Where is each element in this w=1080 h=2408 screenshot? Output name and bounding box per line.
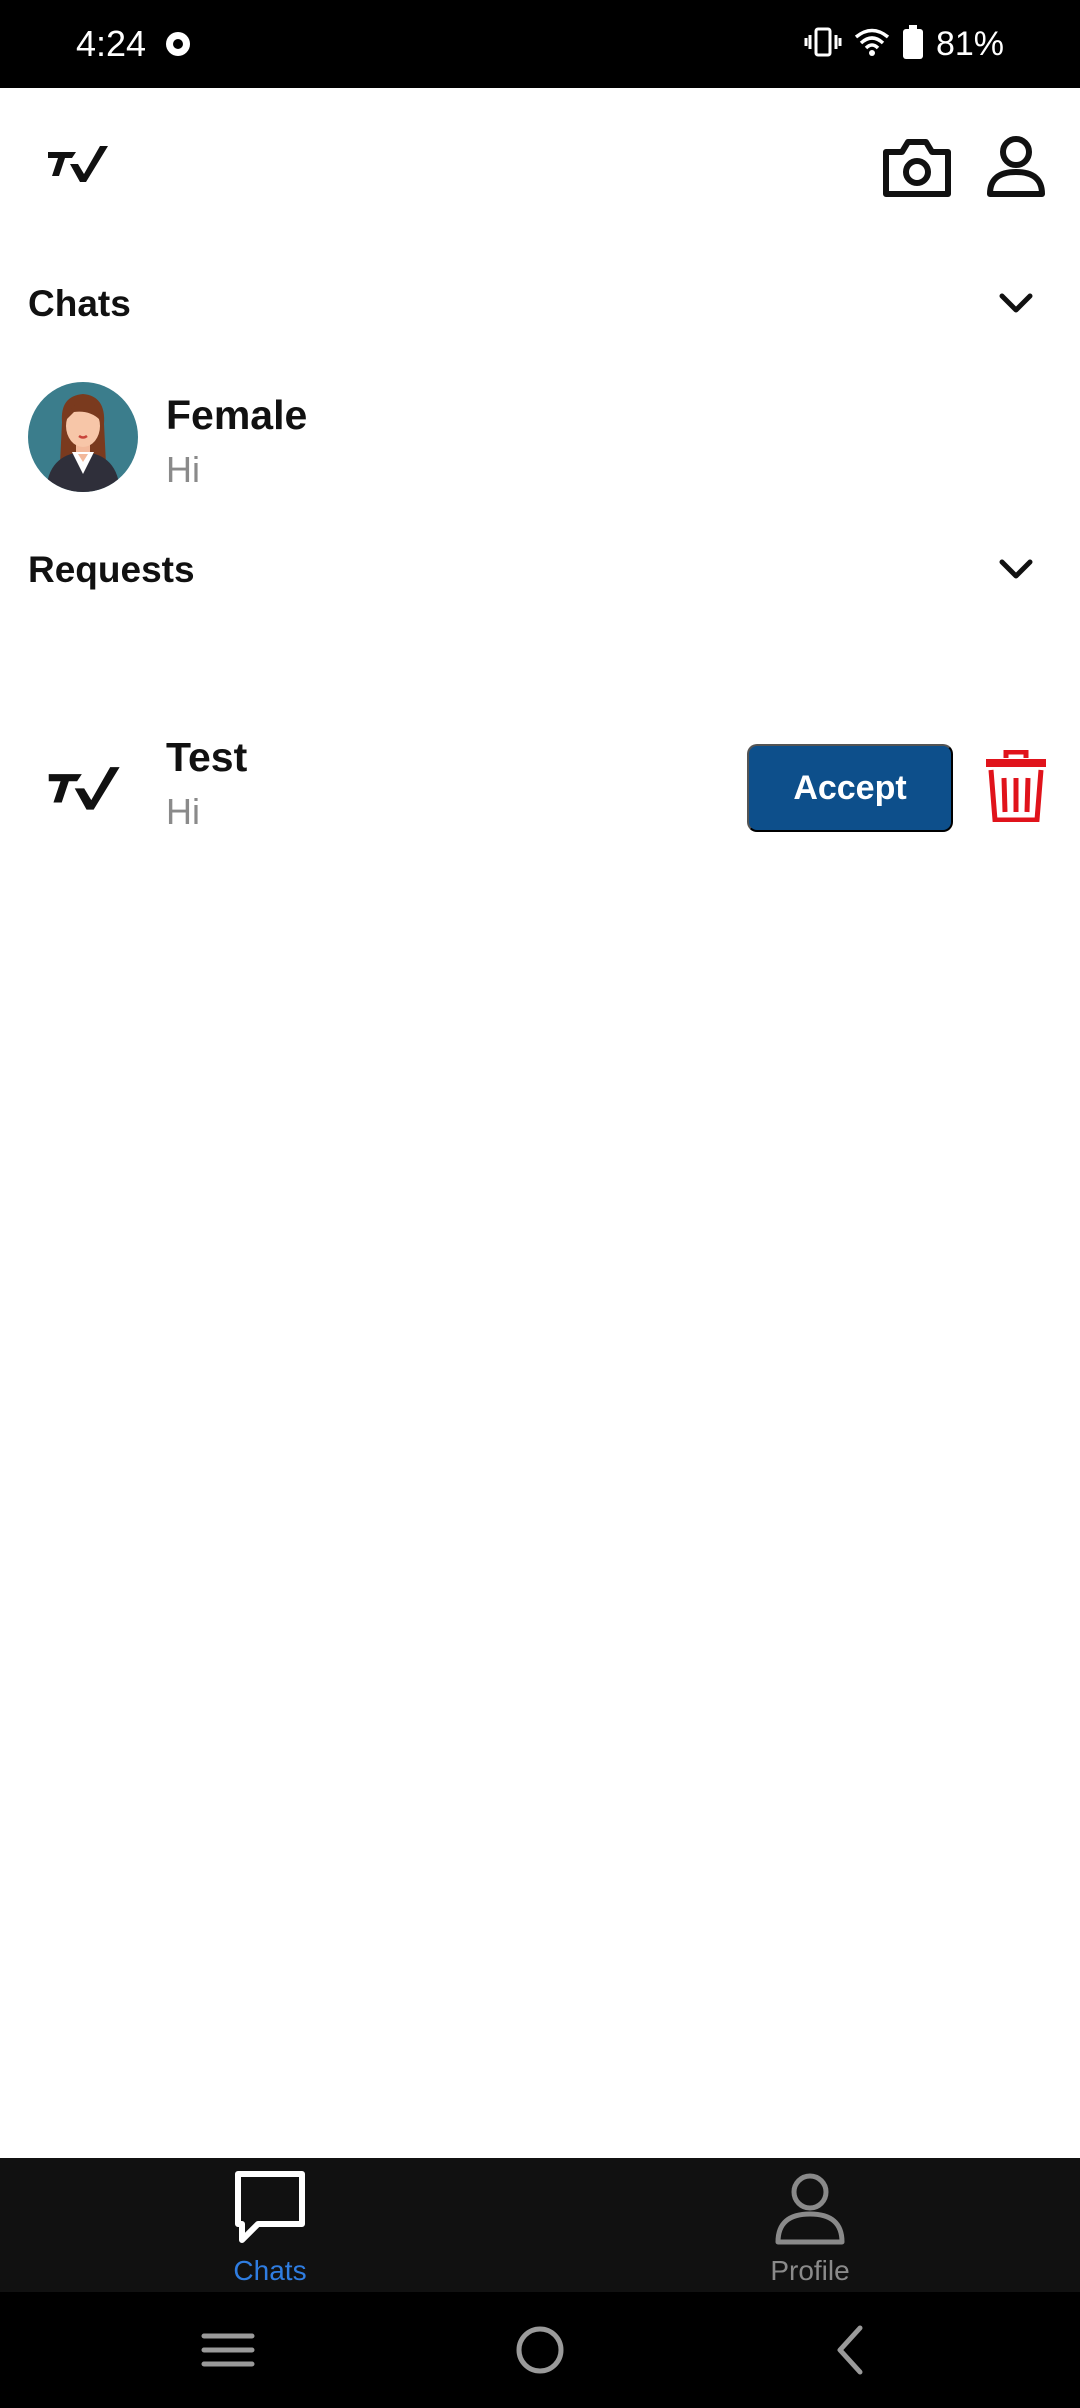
- camera-button[interactable]: [880, 134, 954, 200]
- tv-logo-icon: [46, 140, 108, 184]
- chat-last-message: Hi: [166, 449, 200, 490]
- app-header: [0, 88, 1080, 248]
- chevron-down-icon[interactable]: [996, 284, 1036, 324]
- chat-row-female[interactable]: Female Hi: [0, 378, 1080, 498]
- camera-icon: [883, 139, 951, 197]
- chats-section-header[interactable]: Chats: [0, 264, 1080, 344]
- profile-button[interactable]: [984, 134, 1048, 200]
- battery-percent: 81%: [935, 25, 1004, 63]
- delete-button[interactable]: [984, 749, 1048, 823]
- chat-name: Female: [166, 392, 308, 438]
- chevron-down-icon[interactable]: [996, 550, 1036, 590]
- system-nav-bar: [0, 2292, 1080, 2408]
- profile-icon: [987, 136, 1045, 197]
- tab-label: Profile: [770, 2255, 850, 2286]
- tab-profile[interactable]: Profile: [540, 2158, 1080, 2292]
- request-last-message: Hi: [166, 791, 200, 832]
- tv-logo-icon: [46, 760, 120, 812]
- status-right: 81%: [804, 22, 1004, 66]
- menu-icon[interactable]: [198, 2320, 258, 2380]
- trash-icon: [986, 749, 1046, 823]
- status-time: 4:24: [76, 23, 147, 64]
- chat-bubble-icon: [230, 2168, 310, 2248]
- battery-icon: [902, 24, 924, 64]
- vibrate-icon: [804, 27, 842, 62]
- bottom-nav: Chats Profile: [0, 2158, 1080, 2292]
- chats-section-title: Chats: [28, 283, 131, 324]
- female-avatar: [28, 382, 138, 492]
- home-icon[interactable]: [510, 2320, 570, 2380]
- requests-section-title: Requests: [28, 549, 195, 590]
- status-bar: 4:24 81%: [0, 0, 1080, 88]
- requests-section-header[interactable]: Requests: [0, 530, 1080, 610]
- request-row-test[interactable]: Test Hi Accept: [0, 720, 1080, 860]
- profile-icon: [770, 2168, 850, 2248]
- request-name: Test: [166, 734, 248, 780]
- wifi-icon: [854, 27, 890, 62]
- accept-button[interactable]: Accept: [747, 744, 953, 832]
- tab-chats[interactable]: Chats: [0, 2158, 540, 2292]
- back-icon[interactable]: [822, 2320, 882, 2380]
- tab-label: Chats: [233, 2255, 307, 2286]
- app-notification-icon: [164, 30, 192, 58]
